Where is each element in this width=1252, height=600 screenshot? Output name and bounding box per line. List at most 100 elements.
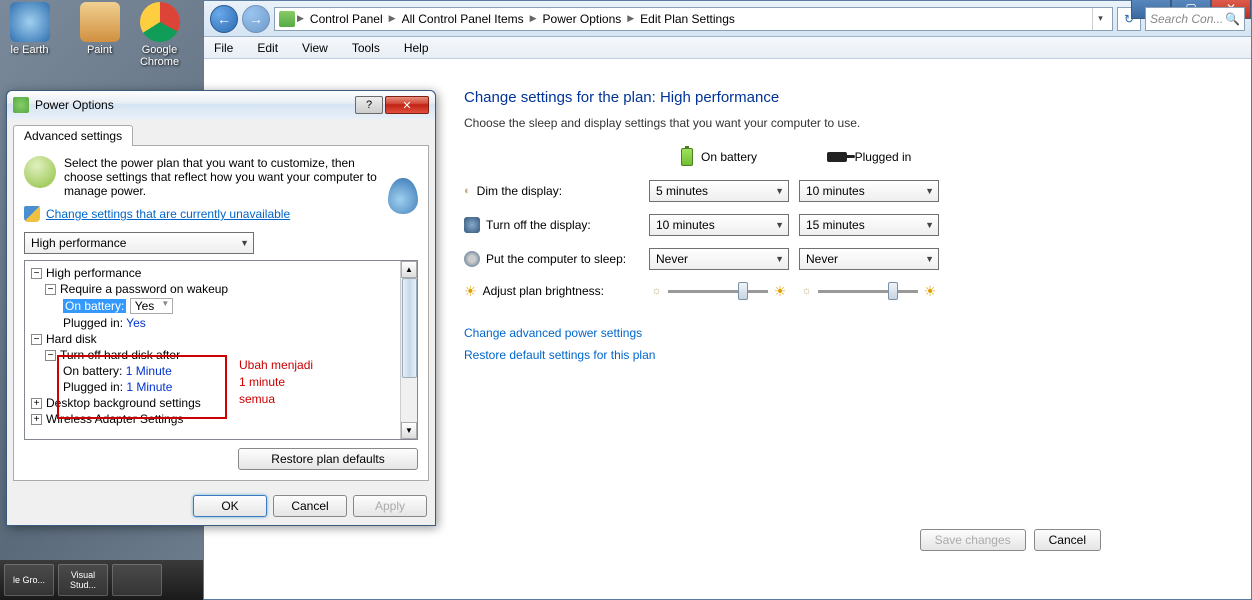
bright-battery-slider[interactable] bbox=[668, 282, 768, 300]
link-advanced[interactable]: Change advanced power settings bbox=[464, 326, 1241, 340]
dim-plugged-select[interactable]: 10 minutes▼ bbox=[799, 180, 939, 202]
sun-bright-icon: ☀ bbox=[924, 283, 937, 300]
breadcrumb[interactable]: ▶ Control Panel▶ All Control Panel Items… bbox=[274, 7, 1113, 31]
desktop-icon-chrome[interactable]: Google Chrome bbox=[132, 2, 187, 68]
task-item[interactable]: le Gro... bbox=[4, 564, 54, 596]
menu-view[interactable]: View bbox=[298, 39, 332, 57]
dim-icon: ◐ bbox=[464, 185, 471, 197]
column-plugged: Plugged in bbox=[855, 150, 912, 164]
tree-hd-battery-value[interactable]: 1 Minute bbox=[126, 364, 172, 378]
battery-icon bbox=[681, 148, 693, 166]
dialog-close-button[interactable]: ✕ bbox=[385, 96, 429, 114]
menu-file[interactable]: File bbox=[210, 39, 237, 57]
collapse-icon[interactable]: − bbox=[31, 334, 42, 345]
tree-wireless[interactable]: Wireless Adapter Settings bbox=[46, 412, 183, 426]
row-bright-label: Adjust plan brightness: bbox=[483, 284, 604, 298]
collapse-icon[interactable]: − bbox=[45, 284, 56, 295]
tree-harddisk[interactable]: Hard disk bbox=[46, 332, 97, 346]
tree-pw-plugged-value[interactable]: Yes bbox=[126, 316, 146, 330]
column-battery: On battery bbox=[701, 150, 757, 164]
annotation-text: Ubah menjadi1 minutesemua bbox=[239, 357, 313, 408]
tree-desktop-bg[interactable]: Desktop background settings bbox=[46, 396, 201, 410]
tree-hd-plugged-key: Plugged in: bbox=[63, 380, 123, 394]
crumb[interactable]: All Control Panel Items bbox=[398, 12, 528, 26]
tree-hd-plugged-value[interactable]: 1 Minute bbox=[126, 380, 172, 394]
desktop-icon-label: le Earth bbox=[2, 44, 57, 56]
expand-icon[interactable]: + bbox=[31, 398, 42, 409]
desktop-icon-label: Paint bbox=[72, 44, 127, 56]
moon-icon bbox=[464, 251, 480, 267]
back-button[interactable]: ← bbox=[210, 5, 238, 33]
cancel-button[interactable]: Cancel bbox=[1034, 529, 1101, 551]
scroll-down[interactable]: ▼ bbox=[401, 422, 417, 439]
dialog-title: Power Options bbox=[35, 98, 353, 112]
row-sleep-label: Put the computer to sleep: bbox=[486, 252, 626, 266]
shield-icon bbox=[24, 206, 40, 222]
tree-pw-battery-value[interactable]: Yes▼ bbox=[130, 298, 174, 314]
settings-tree[interactable]: −High performance −Require a password on… bbox=[24, 260, 418, 440]
page-title: Change settings for the plan: High perfo… bbox=[464, 89, 1241, 106]
link-restore-defaults[interactable]: Restore default settings for this plan bbox=[464, 348, 1241, 362]
breadcrumb-dropdown[interactable]: ▾ bbox=[1092, 8, 1108, 30]
menubar: File Edit View Tools Help bbox=[204, 37, 1251, 59]
plan-select[interactable]: High performance▼ bbox=[24, 232, 254, 254]
nav-row: ← → ▶ Control Panel▶ All Control Panel I… bbox=[204, 1, 1251, 37]
power-icon bbox=[13, 97, 29, 113]
tab-advanced[interactable]: Advanced settings bbox=[13, 125, 133, 146]
menu-help[interactable]: Help bbox=[400, 39, 433, 57]
battery-plan-icon bbox=[24, 156, 56, 188]
scroll-thumb[interactable] bbox=[402, 278, 417, 378]
crumb[interactable]: Power Options bbox=[539, 12, 626, 26]
task-item[interactable] bbox=[112, 564, 162, 596]
display-icon bbox=[464, 217, 480, 233]
dim-battery-select[interactable]: 5 minutes▼ bbox=[649, 180, 789, 202]
plug-icon bbox=[827, 152, 847, 162]
sun-bright-icon: ☀ bbox=[774, 283, 787, 300]
help-button[interactable]: ? bbox=[355, 96, 383, 114]
tree-root[interactable]: High performance bbox=[46, 266, 141, 280]
crumb[interactable]: Control Panel bbox=[306, 12, 387, 26]
desktop-icon-label: Google Chrome bbox=[132, 44, 187, 68]
search-input[interactable]: Search Con...🔍 bbox=[1145, 7, 1245, 31]
tree-hd-battery-key: On battery: bbox=[63, 364, 122, 378]
droplet-icon bbox=[388, 178, 418, 214]
sun-dim-icon: ☼ bbox=[802, 285, 812, 297]
off-plugged-select[interactable]: 15 minutes▼ bbox=[799, 214, 939, 236]
desktop-icon-paint[interactable]: Paint bbox=[72, 2, 127, 56]
task-item[interactable]: Visual Stud... bbox=[58, 564, 108, 596]
tree-hd-off[interactable]: Turn off hard disk after bbox=[60, 348, 180, 362]
power-options-dialog: Power Options ? ✕ Advanced settings Sele… bbox=[6, 90, 436, 526]
row-dim-label: Dim the display: bbox=[477, 184, 562, 198]
dialog-titlebar[interactable]: Power Options ? ✕ bbox=[7, 91, 435, 119]
menu-edit[interactable]: Edit bbox=[253, 39, 282, 57]
collapse-icon[interactable]: − bbox=[31, 268, 42, 279]
sun-icon: ☀ bbox=[464, 283, 477, 300]
tree-password[interactable]: Require a password on wakeup bbox=[60, 282, 228, 296]
dialog-cancel-button[interactable]: Cancel bbox=[273, 495, 347, 517]
desktop-icon-earth[interactable]: le Earth bbox=[2, 2, 57, 56]
control-panel-icon bbox=[279, 11, 295, 27]
sleep-battery-select[interactable]: Never▼ bbox=[649, 248, 789, 270]
forward-button[interactable]: → bbox=[242, 5, 270, 33]
ok-button[interactable]: OK bbox=[193, 495, 267, 517]
dialog-description: Select the power plan that you want to c… bbox=[64, 156, 418, 198]
bright-plugged-slider[interactable] bbox=[818, 282, 918, 300]
tree-pw-plugged-key: Plugged in: bbox=[63, 316, 123, 330]
taskbar: le Gro... Visual Stud... bbox=[0, 560, 203, 600]
crumb[interactable]: Edit Plan Settings bbox=[636, 12, 739, 26]
collapse-icon[interactable]: − bbox=[45, 350, 56, 361]
sun-dim-icon: ☼ bbox=[652, 285, 662, 297]
off-battery-select[interactable]: 10 minutes▼ bbox=[649, 214, 789, 236]
tree-scrollbar[interactable]: ▲ ▼ bbox=[400, 261, 417, 439]
restore-defaults-button[interactable]: Restore plan defaults bbox=[238, 448, 418, 470]
menu-tools[interactable]: Tools bbox=[348, 39, 384, 57]
scroll-up[interactable]: ▲ bbox=[401, 261, 417, 278]
sleep-plugged-select[interactable]: Never▼ bbox=[799, 248, 939, 270]
expand-icon[interactable]: + bbox=[31, 414, 42, 425]
search-icon: 🔍 bbox=[1225, 12, 1240, 26]
link-unavailable-settings[interactable]: Change settings that are currently unava… bbox=[46, 207, 290, 221]
row-off-label: Turn off the display: bbox=[486, 218, 591, 232]
tree-pw-battery-key[interactable]: On battery: bbox=[63, 299, 126, 313]
apply-button: Apply bbox=[353, 495, 427, 517]
save-button: Save changes bbox=[920, 529, 1026, 551]
